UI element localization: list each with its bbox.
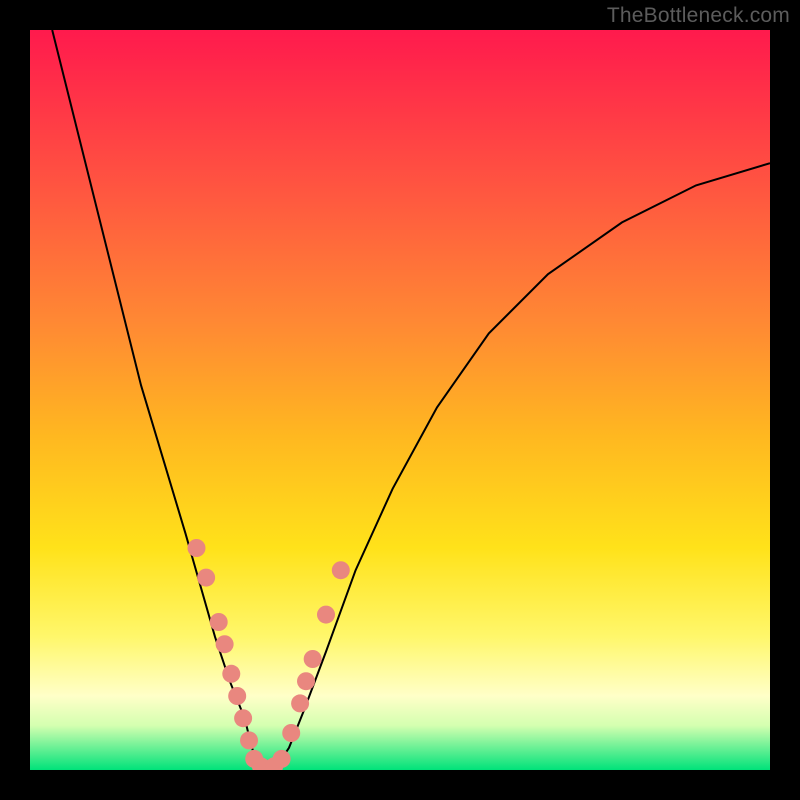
watermark-text: TheBottleneck.com bbox=[607, 4, 790, 28]
marker-dot bbox=[188, 539, 206, 557]
bottleneck-curve bbox=[274, 163, 770, 770]
marker-dot bbox=[210, 613, 228, 631]
marker-dot bbox=[291, 694, 309, 712]
marker-dot bbox=[317, 606, 335, 624]
marker-dot bbox=[273, 750, 291, 768]
marker-dot bbox=[222, 665, 240, 683]
marker-dot bbox=[297, 672, 315, 690]
marker-dot bbox=[332, 561, 350, 579]
bottleneck-curve bbox=[52, 30, 274, 770]
marker-dot bbox=[304, 650, 322, 668]
curve-layer bbox=[30, 30, 770, 770]
marker-dot bbox=[240, 731, 258, 749]
marker-dot bbox=[197, 569, 215, 587]
marker-dot bbox=[216, 635, 234, 653]
outer-frame: TheBottleneck.com bbox=[0, 0, 800, 800]
marker-dot bbox=[234, 709, 252, 727]
plot-area bbox=[30, 30, 770, 770]
marker-dot bbox=[282, 724, 300, 742]
marker-dot bbox=[228, 687, 246, 705]
